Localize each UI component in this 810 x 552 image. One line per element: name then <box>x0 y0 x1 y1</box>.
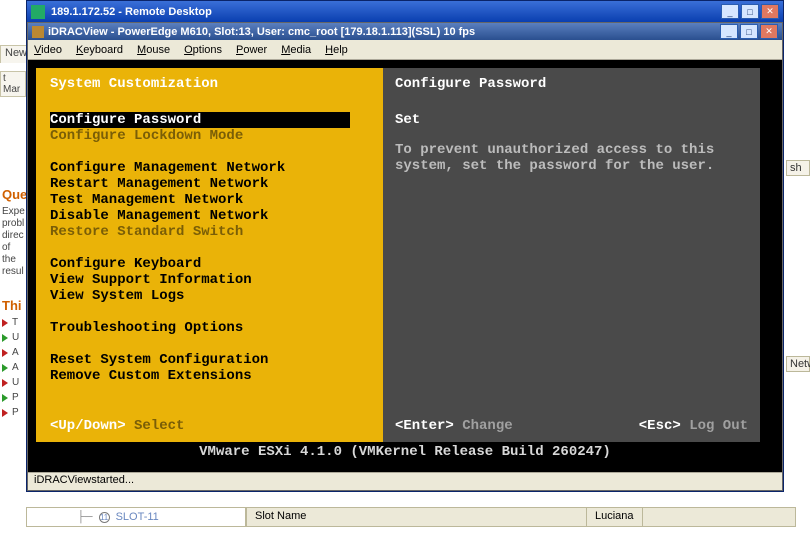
updown-key-hint: <Up/Down> <box>50 418 126 434</box>
idrac-statusbar: iDRACViewstarted... <box>28 472 782 490</box>
idrac-close-button[interactable]: ✕ <box>760 24 778 39</box>
bg-heading-thi: Thi <box>2 298 26 313</box>
arrow-icon <box>2 319 8 327</box>
menu-item-configure-password[interactable]: Configure Password <box>50 112 350 128</box>
bottom-fragment: ├─ 11 SLOT-11 Slot Name Luciana <box>26 507 796 527</box>
menu-item-test-management-network[interactable]: Test Management Network <box>50 192 373 208</box>
vmware-version-line: VMware ESXi 4.1.0 (VMKernel Release Buil… <box>36 442 774 464</box>
menu-video[interactable]: Video <box>34 44 62 56</box>
idrac-maximize-button[interactable]: □ <box>740 24 758 39</box>
menu-item-restart-management-network[interactable]: Restart Management Network <box>50 176 373 192</box>
tree-node-number: 11 <box>99 512 110 523</box>
arrow-icon <box>2 379 8 387</box>
esc-key-hint: <Esc> <box>639 418 681 434</box>
idrac-window: iDRACView - PowerEdge M610, Slot:13, Use… <box>27 22 783 491</box>
tree-node[interactable]: ├─ 11 SLOT-11 <box>26 507 246 527</box>
bg-row-letter: P <box>12 407 19 418</box>
enter-key-hint: <Enter> <box>395 418 454 434</box>
rdp-title-text: 189.1.172.52 - Remote Desktop <box>51 6 715 18</box>
arrow-icon <box>2 409 8 417</box>
tree-node-label: SLOT-11 <box>116 511 159 523</box>
logout-action-hint: Log Out <box>689 418 748 434</box>
menu-power[interactable]: Power <box>236 44 267 56</box>
menu-media[interactable]: Media <box>281 44 311 56</box>
menu-item-view-support-information[interactable]: View Support Information <box>50 272 373 288</box>
rdp-close-button[interactable]: ✕ <box>761 4 779 19</box>
menu-item-reset-system-configuration[interactable]: Reset System Configuration <box>50 352 373 368</box>
bg-row-letter: P <box>12 392 19 403</box>
idrac-titlebar[interactable]: iDRACView - PowerEdge M610, Slot:13, Use… <box>28 23 782 40</box>
menu-options[interactable]: Options <box>184 44 222 56</box>
rdp-titlebar[interactable]: 189.1.172.52 - Remote Desktop _ □ ✕ <box>27 1 783 22</box>
rdp-minimize-button[interactable]: _ <box>721 4 739 19</box>
idrac-minimize-button[interactable]: _ <box>720 24 738 39</box>
select-action-hint: Select <box>134 418 184 434</box>
bg-heading-que: Que <box>2 187 26 202</box>
menu-item-configure-keyboard[interactable]: Configure Keyboard <box>50 256 373 272</box>
rdp-maximize-button[interactable]: □ <box>741 4 759 19</box>
background-left-fragment: t Mar Que Expe probl direc of the resul … <box>0 60 26 422</box>
menu-item-restore-standard-switch: Restore Standard Switch <box>50 224 373 240</box>
left-panel: System Customization Configure PasswordC… <box>36 68 383 442</box>
detail-title: Set <box>395 112 748 128</box>
arrow-icon <box>2 364 8 372</box>
bg-row-letter: U <box>12 332 19 343</box>
right-panel: Configure Password Set To prevent unauth… <box>383 68 760 442</box>
grid-col-luciana[interactable]: Luciana <box>587 508 643 526</box>
menu-keyboard[interactable]: Keyboard <box>76 44 123 56</box>
idrac-icon <box>32 26 44 38</box>
bg-tab-left: t Mar <box>0 71 26 97</box>
background-right-fragment: sh Netw <box>786 160 810 552</box>
menu-mouse[interactable]: Mouse <box>137 44 170 56</box>
arrow-icon <box>2 334 8 342</box>
bg-tab-netw: Netw <box>786 356 810 372</box>
console-area[interactable]: System Customization Configure PasswordC… <box>28 60 782 472</box>
idrac-title-text: iDRACView - PowerEdge M610, Slot:13, Use… <box>48 26 716 38</box>
left-panel-title: System Customization <box>50 76 373 92</box>
menu-item-remove-custom-extensions[interactable]: Remove Custom Extensions <box>50 368 373 384</box>
menubar[interactable]: Video Keyboard Mouse Options Power Media Help <box>28 40 782 60</box>
bg-row-letter: A <box>12 362 19 373</box>
menu-item-configure-management-network[interactable]: Configure Management Network <box>50 160 373 176</box>
rdp-window: 189.1.172.52 - Remote Desktop _ □ ✕ iDRA… <box>26 0 784 492</box>
right-footer: <Enter> Change <Esc> Log Out <box>395 418 748 434</box>
menu-item-troubleshooting-options[interactable]: Troubleshooting Options <box>50 320 373 336</box>
menu-item-disable-management-network[interactable]: Disable Management Network <box>50 208 373 224</box>
bg-row-letter: A <box>12 347 19 358</box>
rdp-icon <box>31 5 45 19</box>
menu-item-configure-lockdown-mode: Configure Lockdown Mode <box>50 128 373 144</box>
right-panel-title: Configure Password <box>395 76 748 92</box>
change-action-hint: Change <box>462 418 512 434</box>
bg-row-letter: U <box>12 377 19 388</box>
grid-col-slotname[interactable]: Slot Name <box>247 508 587 526</box>
detail-body: To prevent unauthorized access to this s… <box>395 142 748 174</box>
bg-tab-sh: sh <box>786 160 810 176</box>
left-footer: <Up/Down> Select <box>50 418 373 434</box>
bg-row-letter: T <box>12 317 18 328</box>
menu-help[interactable]: Help <box>325 44 348 56</box>
arrow-icon <box>2 394 8 402</box>
grid-header: Slot Name Luciana <box>246 507 796 527</box>
menu-item-view-system-logs[interactable]: View System Logs <box>50 288 373 304</box>
arrow-icon <box>2 349 8 357</box>
bg-para: Expe probl direc of the resul <box>2 206 26 278</box>
